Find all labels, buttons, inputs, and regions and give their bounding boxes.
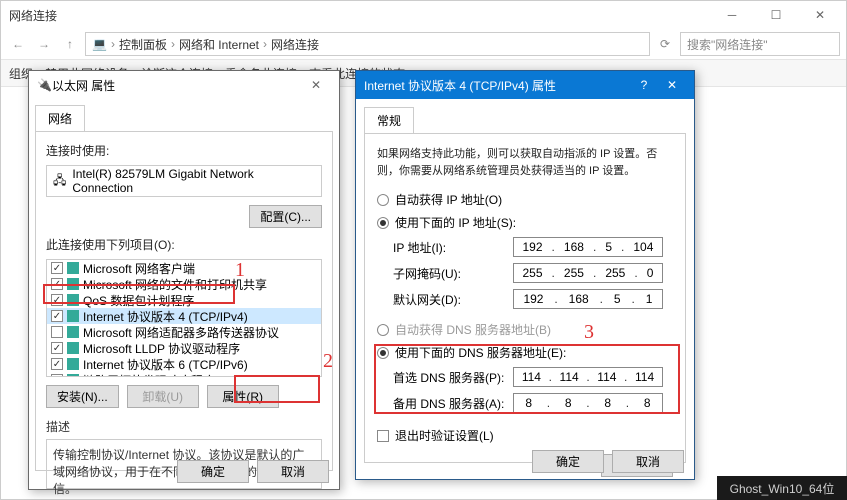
help-icon[interactable]: ? [630,78,658,92]
list-item[interactable]: ✓ Internet 协议版本 6 (TCP/IPv6) [47,356,321,372]
ip-input[interactable]: 192.168.5.104 [513,237,663,257]
refresh-icon[interactable]: ⟳ [654,33,676,55]
checkbox-icon[interactable] [51,326,63,338]
address-bar: ← → ↑ 💻 › 控制面板 › 网络和 Internet › 网络连接 ⟳ 搜… [1,29,846,59]
window-title: 网络连接 [5,7,710,24]
cancel-button[interactable]: 取消 [612,450,684,473]
close-button[interactable]: ✕ [798,1,842,29]
description-label: 描述 [46,418,322,435]
list-item-label: QoS 数据包计划程序 [83,292,194,309]
items-label: 此连接使用下列项目(O): [46,236,322,253]
list-item-label: Microsoft 网络客户端 [83,260,195,277]
install-button[interactable]: 安装(N)... [46,385,119,408]
dialog-titlebar: 🔌 以太网 属性 ✕ [29,71,339,99]
protocol-icon [67,374,79,377]
nav-up-icon[interactable]: ↑ [59,33,81,55]
explorer-titlebar: 网络连接 ─ ☐ ✕ [1,1,846,29]
nav-forward-icon[interactable]: → [33,33,55,55]
cancel-button[interactable]: 取消 [257,460,329,483]
checkbox-icon[interactable]: ✓ [51,374,63,377]
checkbox-icon[interactable]: ✓ [51,278,63,290]
protocol-icon [67,294,79,306]
gw-input[interactable]: 192.168.5.1 [513,289,663,309]
ethernet-icon: 🔌 [37,78,52,92]
mask-label: 子网掩码(U): [393,265,513,282]
radio-manual-ip[interactable]: 使用下面的 IP 地址(S): [377,214,673,231]
mask-input[interactable]: 255.255.255.0 [513,263,663,283]
adns-label: 备用 DNS 服务器(A): [393,395,513,412]
list-item-label: Microsoft 网络适配器多路传送器协议 [83,324,279,341]
ok-button[interactable]: 确定 [177,460,249,483]
checkbox-icon[interactable]: ✓ [51,310,63,322]
pdns-label: 首选 DNS 服务器(P): [393,369,513,386]
list-item[interactable]: ✓ Internet 协议版本 4 (TCP/IPv4) [47,308,321,324]
list-item[interactable]: Microsoft 网络适配器多路传送器协议 [47,324,321,340]
list-item[interactable]: ✓ Microsoft LLDP 协议驱动程序 [47,340,321,356]
ipv4-properties-dialog: Internet 协议版本 4 (TCP/IPv4) 属性 ? ✕ 常规 如果网… [355,70,695,480]
taskbar-fragment: Ghost_Win10_64位 [717,476,847,500]
tab-network[interactable]: 网络 [35,105,85,131]
search-input[interactable]: 搜索"网络连接" [680,32,840,56]
ok-button[interactable]: 确定 [532,450,604,473]
connect-using-label: 连接时使用: [46,142,322,159]
configure-button[interactable]: 配置(C)... [249,205,322,228]
checkbox-icon[interactable]: ✓ [51,342,63,354]
ip-label: IP 地址(I): [393,239,513,256]
protocol-icon [67,342,79,354]
minimize-button[interactable]: ─ [710,1,754,29]
checkbox-icon[interactable]: ✓ [51,294,63,306]
protocol-icon [67,358,79,370]
adns-input[interactable]: 8.8.8.8 [513,393,663,413]
list-item-label: Internet 协议版本 6 (TCP/IPv6) [83,356,248,373]
protocol-icon [67,262,79,274]
pdns-input[interactable]: 114.114.114.114 [513,367,663,387]
radio-manual-dns[interactable]: 使用下面的 DNS 服务器地址(E): [377,344,673,361]
gw-label: 默认网关(D): [393,291,513,308]
checkbox-icon[interactable]: ✓ [51,358,63,370]
close-icon[interactable]: ✕ [658,78,686,92]
breadcrumb[interactable]: 💻 › 控制面板 › 网络和 Internet › 网络连接 [85,32,650,56]
dialog-titlebar: Internet 协议版本 4 (TCP/IPv4) 属性 ? ✕ [356,71,694,99]
tab-general[interactable]: 常规 [364,107,414,133]
protocol-icon [67,278,79,290]
list-item[interactable]: ✓ 链路层拓扑发现响应程序 [47,372,321,377]
ethernet-properties-dialog: 🔌 以太网 属性 ✕ 网络 连接时使用: 🖧 Intel(R) 82579LM … [28,70,340,490]
nic-icon: 🖧 [53,171,66,192]
nav-back-icon[interactable]: ← [7,33,29,55]
list-item-label: Microsoft LLDP 协议驱动程序 [83,340,240,357]
protocol-list[interactable]: ✓ Microsoft 网络客户端 ✓ Microsoft 网络的文件和打印机共享 ✓ Q… [46,259,322,377]
nic-name: Intel(R) 82579LM Gigabit Network Connect… [72,167,315,195]
list-item[interactable]: ✓ Microsoft 网络的文件和打印机共享 [47,276,321,292]
network-icon: 💻 [92,37,107,51]
dialog-title: Internet 协议版本 4 (TCP/IPv4) 属性 [364,77,630,94]
maximize-button[interactable]: ☐ [754,1,798,29]
list-item[interactable]: ✓ QoS 数据包计划程序 [47,292,321,308]
list-item-label: Internet 协议版本 4 (TCP/IPv4) [83,308,248,325]
radio-auto-dns: 自动获得 DNS 服务器地址(B) [377,321,673,338]
checkbox-icon[interactable]: ✓ [51,262,63,274]
list-item[interactable]: ✓ Microsoft 网络客户端 [47,260,321,276]
list-item-label: 链路层拓扑发现响应程序 [83,372,215,378]
properties-button[interactable]: 属性(R) [207,385,279,408]
protocol-icon [67,310,79,322]
protocol-icon [67,326,79,338]
dialog-title: 以太网 属性 [52,77,301,94]
list-item-label: Microsoft 网络的文件和打印机共享 [83,276,267,293]
radio-auto-ip[interactable]: 自动获得 IP 地址(O) [377,191,673,208]
close-icon[interactable]: ✕ [301,78,331,92]
validate-checkbox[interactable]: 退出时验证设置(L) [377,427,673,444]
uninstall-button: 卸载(U) [127,385,199,408]
nic-field: 🖧 Intel(R) 82579LM Gigabit Network Conne… [46,165,322,197]
help-text: 如果网络支持此功能，则可以获取自动指派的 IP 设置。否则，你需要从网络系统管理… [377,146,673,179]
